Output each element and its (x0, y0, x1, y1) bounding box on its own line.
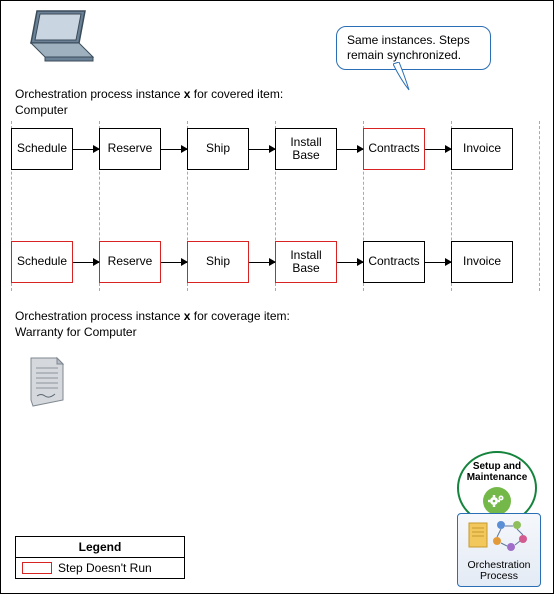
arrow-icon (161, 149, 187, 150)
arrow-icon (249, 262, 275, 263)
document-icon (27, 356, 67, 411)
label-covered-item: Orchestration process instance x for cov… (15, 87, 283, 118)
arrow-icon (337, 149, 363, 150)
callout-text: Same instances. Steps remain synchronize… (347, 33, 470, 62)
legend-label-notrun: Step Doesn't Run (58, 561, 152, 575)
covered-step-install_base: Install Base (275, 128, 337, 170)
covered-step-invoice: Invoice (451, 128, 513, 170)
covered-step-contracts: Contracts (363, 128, 425, 170)
arrow-icon (337, 262, 363, 263)
arrow-icon (425, 262, 451, 263)
callout-tail-icon (393, 62, 411, 92)
coverage-step-schedule: Schedule (11, 241, 73, 283)
legend-title: Legend (16, 537, 184, 558)
arrow-icon (161, 262, 187, 263)
coverage-step-ship: Ship (187, 241, 249, 283)
callout-note: Same instances. Steps remain synchronize… (336, 26, 491, 70)
label-coverage-item: Orchestration process instance x for cov… (15, 309, 290, 340)
coverage-step-install_base: Install Base (275, 241, 337, 283)
coverage-step-reserve: Reserve (99, 241, 161, 283)
flow-coverage-item: Schedule Reserve Ship Install Base Contracts… (11, 241, 513, 283)
arrow-icon (249, 149, 275, 150)
covered-step-schedule: Schedule (11, 128, 73, 170)
divider (539, 121, 540, 291)
legend-swatch-notrun (22, 562, 52, 574)
arrow-icon (73, 149, 99, 150)
arrow-icon (425, 149, 451, 150)
covered-step-ship: Ship (187, 128, 249, 170)
legend-box: Legend Step Doesn't Run (15, 536, 185, 579)
covered-step-reserve: Reserve (99, 128, 161, 170)
gear-icon (483, 487, 511, 515)
coverage-step-invoice: Invoice (451, 241, 513, 283)
orchestration-process-tile[interactable]: Orchestration Process (457, 513, 541, 587)
orchestration-icon (460, 518, 538, 558)
legend-row-notrun: Step Doesn't Run (16, 558, 184, 578)
tile-label: Orchestration Process (460, 560, 538, 583)
arrow-icon (73, 262, 99, 263)
diagram-canvas: Same instances. Steps remain synchronize… (0, 0, 554, 594)
badge-title: Setup and Maintenance (467, 461, 528, 483)
flow-covered-item: Schedule Reserve Ship Install Base Contracts… (11, 128, 513, 170)
coverage-step-contracts: Contracts (363, 241, 425, 283)
laptop-icon (25, 9, 99, 68)
